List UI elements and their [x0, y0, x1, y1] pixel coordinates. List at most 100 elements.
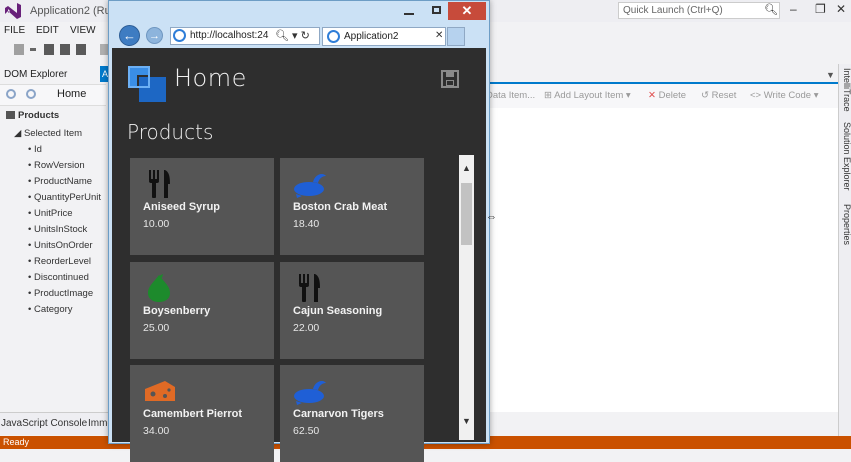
tab-intellitrace[interactable]: IntelliTrace [840, 68, 851, 112]
reset-label: Reset [711, 90, 737, 101]
tree-property-label: UnitsInStock [33, 224, 88, 235]
tree-property[interactable]: • UnitsInStock [28, 224, 87, 235]
tree-property[interactable]: • Discontinued [28, 272, 89, 283]
app-logo-icon-outline [128, 66, 150, 88]
panel-dropdown-icon[interactable]: ▼ [826, 70, 835, 80]
browser-maximize-icon[interactable] [432, 6, 441, 14]
product-tile[interactable]: Boysenberry 25.00 [130, 262, 274, 359]
product-price: 62.50 [293, 425, 320, 437]
refresh-icon[interactable]: ↻ [301, 30, 310, 42]
tree-property[interactable]: • Id [28, 144, 42, 155]
back-icon[interactable] [6, 89, 16, 99]
restore-icon[interactable]: ❐ [815, 2, 826, 16]
tree-property[interactable]: • UnitsOnOrder [28, 240, 93, 251]
seafood-icon [294, 381, 326, 405]
tree-selected-item[interactable]: ◢ Selected Item [14, 128, 82, 139]
right-tool-rail: IntelliTrace Solution Explorer Propertie… [838, 64, 851, 436]
add-layout-item-label: Add Layout Item [554, 90, 624, 101]
product-name: Aniseed Syrup [143, 201, 221, 213]
scroll-up-icon[interactable]: ▲ [459, 163, 474, 177]
product-price: 18.40 [293, 218, 320, 230]
dropdown-arrow-icon[interactable] [30, 48, 36, 51]
address-text: http://localhost:24 [190, 30, 269, 41]
forward-icon[interactable] [26, 89, 36, 99]
menu-edit[interactable]: EDIT [36, 25, 59, 36]
tree-property[interactable]: • UnitPrice [28, 208, 73, 219]
new-tab-button[interactable] [447, 27, 465, 46]
designer-canvas[interactable] [488, 108, 838, 412]
menu-file[interactable]: FILE [4, 25, 25, 36]
tab-properties[interactable]: Properties [840, 204, 851, 245]
write-code-button[interactable]: <> Write Code ▾ [750, 90, 819, 101]
resize-cursor-icon: ⇔ [486, 211, 497, 223]
vs-toolbar [0, 40, 110, 60]
tree-root-label: Products [18, 110, 60, 121]
page-title: Home [174, 64, 247, 92]
tab-title: Application2 [344, 31, 399, 42]
write-code-label: Write Code [763, 90, 812, 101]
tab-close-icon[interactable]: ✕ [435, 30, 443, 41]
product-name: Boysenberry [143, 305, 211, 317]
browser-forward-button[interactable]: → [146, 27, 163, 44]
tree-property[interactable]: • ReorderLevel [28, 256, 91, 267]
open-icon[interactable] [44, 44, 54, 55]
new-item-icon[interactable] [14, 44, 24, 55]
product-price: 34.00 [143, 425, 170, 437]
dom-navigation-bar [0, 84, 106, 106]
grid-icon [6, 111, 15, 119]
product-tile[interactable]: Cajun Seasoning 22.00 [280, 262, 424, 359]
tree-property-label: ProductName [33, 176, 93, 187]
search-icon[interactable]: 🔍︎ [275, 30, 289, 42]
seafood-icon [294, 174, 326, 198]
minimize-icon[interactable]: – [790, 2, 797, 16]
reset-icon: ↺ [701, 90, 709, 101]
bottom-tool-tabs: JavaScript Console Imme [0, 412, 113, 435]
product-tile[interactable]: Boston Crab Meat 18.40 [280, 158, 424, 255]
tree-property[interactable]: • ProductName [28, 176, 92, 187]
tree-property-label: ProductImage [33, 288, 94, 299]
add-layout-item-button[interactable]: ⊞ Add Layout Item ▾ [544, 90, 631, 101]
product-name: Boston Crab Meat [293, 201, 388, 213]
dropdown-arrow-icon[interactable]: ▾ [292, 30, 298, 42]
save-icon[interactable] [441, 70, 459, 88]
tree-property-label: Id [33, 144, 42, 155]
tree-property[interactable]: • Category [28, 304, 73, 315]
delete-x-icon: ✕ [648, 90, 656, 101]
delete-button[interactable]: ✕ Delete [648, 90, 686, 101]
browser-minimize-icon[interactable] [404, 13, 414, 15]
address-bar[interactable]: http://localhost:24 🔍︎ ▾ ↻ [170, 27, 320, 45]
add-data-item-button[interactable]: Data Item... [486, 90, 535, 101]
close-icon[interactable]: ✕ [836, 2, 846, 16]
browser-tab[interactable]: Application2 ✕ [322, 27, 446, 46]
address-tools: 🔍︎ ▾ ↻ [275, 29, 310, 42]
tree-property[interactable]: • RowVersion [28, 160, 85, 171]
tree-root[interactable]: Products [6, 110, 59, 121]
collapse-triangle-icon: ◢ [14, 128, 22, 139]
tab-javascript-console[interactable]: JavaScript Console [1, 418, 87, 429]
tree-property[interactable]: • QuantityPerUnit [28, 192, 101, 203]
browser-back-button[interactable]: ← [119, 25, 140, 46]
tree-property-label: UnitsOnOrder [33, 240, 93, 251]
save-icon[interactable] [60, 44, 70, 55]
ie-page-icon [173, 29, 186, 42]
search-icon[interactable]: 🔍︎ [764, 3, 778, 16]
menu-view[interactable]: VIEW [70, 25, 96, 36]
tree-property-label: RowVersion [33, 160, 85, 171]
product-price: 10.00 [143, 218, 170, 230]
tab-solution-explorer[interactable]: Solution Explorer [840, 122, 851, 191]
dom-explorer-title[interactable]: DOM Explorer [4, 69, 110, 85]
visual-studio-logo-icon [5, 3, 21, 19]
save-all-icon[interactable] [76, 44, 86, 55]
product-tile[interactable]: Aniseed Syrup 10.00 [130, 158, 274, 255]
scrollbar-thumb[interactable] [461, 183, 472, 245]
product-tile[interactable]: Camembert Pierrot 34.00 [130, 365, 274, 462]
product-price: 22.00 [293, 322, 320, 334]
product-tile[interactable]: Carnarvon Tigers 62.50 [280, 365, 424, 462]
browser-close-button[interactable]: ✕ [448, 2, 486, 20]
produce-icon [148, 274, 170, 302]
quick-launch-input[interactable]: Quick Launch (Ctrl+Q) [618, 2, 780, 19]
tree-property[interactable]: • ProductImage [28, 288, 93, 299]
tree-property-label: Category [33, 304, 73, 315]
scroll-down-icon[interactable]: ▼ [459, 416, 474, 430]
reset-button[interactable]: ↺ Reset [701, 90, 736, 101]
